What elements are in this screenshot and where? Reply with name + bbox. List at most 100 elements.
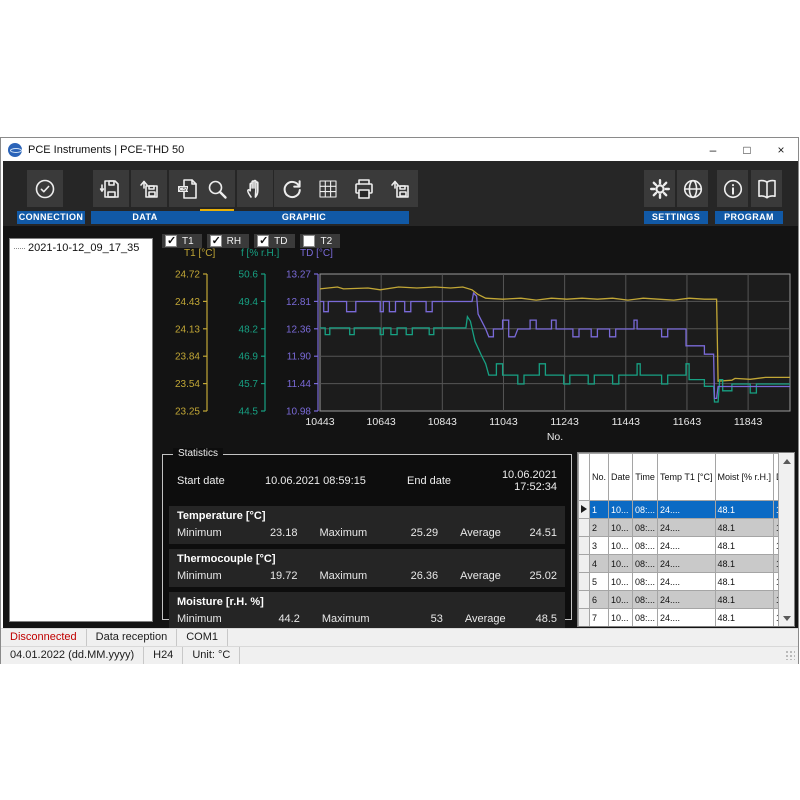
- table-cell[interactable]: 24....: [658, 609, 715, 627]
- close-button[interactable]: ×: [764, 138, 798, 161]
- unchecked-checkbox-icon[interactable]: [303, 235, 315, 247]
- table-cell[interactable]: 48.1: [715, 519, 774, 537]
- table-cell[interactable]: 24....: [658, 573, 715, 591]
- table-cell[interactable]: 08:...: [633, 501, 658, 519]
- row-header-cell[interactable]: [579, 573, 590, 591]
- table-cell[interactable]: 48.1: [715, 591, 774, 609]
- table-row[interactable]: 410...08:...24....48.112....19....: [579, 555, 796, 573]
- table-row[interactable]: 210...08:...24....48.112....19....: [579, 519, 796, 537]
- load-data-button[interactable]: [131, 170, 167, 207]
- table-cell[interactable]: 08:...: [633, 573, 658, 591]
- x-tick-label: 10443: [305, 416, 334, 428]
- table-cell[interactable]: 5: [590, 573, 609, 591]
- column-header[interactable]: Time: [633, 454, 658, 501]
- series-toggle-td[interactable]: TD: [254, 234, 295, 248]
- table-cell[interactable]: 10...: [609, 573, 633, 591]
- app-window: PCE Instruments | PCE-THD 50 – □ × CONNE…: [0, 137, 799, 664]
- scroll-up-icon[interactable]: [779, 453, 794, 469]
- table-row[interactable]: 310...08:...24....48.112....19....: [579, 537, 796, 555]
- status-item: Unit: °C: [183, 647, 240, 664]
- minimize-button[interactable]: –: [696, 138, 730, 161]
- grid-view-button[interactable]: [310, 170, 346, 207]
- table-cell[interactable]: 10...: [609, 555, 633, 573]
- series-toggle-label: TD: [274, 236, 287, 247]
- table-cell[interactable]: 48.1: [715, 609, 774, 627]
- series-toggle-t1[interactable]: T1: [162, 234, 202, 248]
- measurement-table[interactable]: No.DateTimeTemp T1 [°C]Moist [% r.H.]Dew…: [577, 452, 795, 627]
- table-cell[interactable]: 08:...: [633, 519, 658, 537]
- zoom-tool-button[interactable]: [199, 170, 235, 207]
- connection-button[interactable]: [27, 170, 63, 207]
- row-header-cell[interactable]: [579, 537, 590, 555]
- language-button[interactable]: [677, 170, 708, 207]
- table-cell[interactable]: 24....: [658, 501, 715, 519]
- table-row[interactable]: 510...08:...24....48.112....19....: [579, 573, 796, 591]
- row-header-cell[interactable]: [579, 519, 590, 537]
- line-chart[interactable]: 1044310643108431104311243114431164311843…: [162, 262, 796, 452]
- table-row[interactable]: 110...08:...24....48.112....19.8: [579, 501, 796, 519]
- table-cell[interactable]: 1: [590, 501, 609, 519]
- table-cell[interactable]: 08:...: [633, 609, 658, 627]
- table-scrollbar[interactable]: [778, 453, 794, 626]
- scroll-down-icon[interactable]: [779, 610, 794, 626]
- maximum-value: 53: [400, 613, 443, 625]
- info-button[interactable]: [717, 170, 748, 207]
- resize-grip[interactable]: [785, 650, 795, 660]
- pan-tool-button[interactable]: [237, 170, 273, 207]
- series-toggle-rh[interactable]: RH: [207, 234, 249, 248]
- series-toggle-t2[interactable]: T2: [300, 234, 340, 248]
- checked-checkbox-icon[interactable]: [257, 235, 269, 247]
- table-cell[interactable]: 7: [590, 609, 609, 627]
- table-cell[interactable]: 10...: [609, 537, 633, 555]
- series-legend-row: T1 RH TD T2: [162, 234, 340, 248]
- table-cell[interactable]: 4: [590, 555, 609, 573]
- save-data-button[interactable]: [93, 170, 129, 207]
- maximize-button[interactable]: □: [730, 138, 764, 161]
- table-cell[interactable]: 6: [590, 591, 609, 609]
- row-header-cell[interactable]: [579, 501, 590, 519]
- settings-button[interactable]: [644, 170, 675, 207]
- table-cell[interactable]: 24....: [658, 555, 715, 573]
- row-header-cell[interactable]: [579, 591, 590, 609]
- export-graphic-button[interactable]: [382, 170, 418, 207]
- column-header[interactable]: Moist [% r.H.]: [715, 454, 774, 501]
- stat-section-title: Temperature [°C]: [177, 510, 557, 522]
- table-cell[interactable]: 10...: [609, 519, 633, 537]
- table-cell[interactable]: 48.1: [715, 537, 774, 555]
- column-header[interactable]: No.: [590, 454, 609, 501]
- table-row[interactable]: 710...08:...24....48.112....19....: [579, 609, 796, 627]
- tree-item-dataset[interactable]: 2021-10-12_09_17_35: [12, 242, 150, 254]
- toolbar-group-label-settings: SETTINGS: [644, 211, 708, 224]
- table-cell[interactable]: 3: [590, 537, 609, 555]
- table-cell[interactable]: 24....: [658, 591, 715, 609]
- checked-checkbox-icon[interactable]: [210, 235, 222, 247]
- stat-section-values: Minimum19.72Maximum26.36Average25.02: [177, 570, 557, 582]
- table-cell[interactable]: 2: [590, 519, 609, 537]
- manual-button[interactable]: [751, 170, 782, 207]
- globe-icon: [681, 177, 705, 201]
- print-button[interactable]: [346, 170, 382, 207]
- reset-view-button[interactable]: [274, 170, 310, 207]
- column-header[interactable]: Temp T1 [°C]: [658, 454, 715, 501]
- column-header[interactable]: Date: [609, 454, 633, 501]
- table-cell[interactable]: 24....: [658, 519, 715, 537]
- y-tick-label: 13.27: [286, 270, 311, 281]
- table-cell[interactable]: 10...: [609, 591, 633, 609]
- table-cell[interactable]: 10...: [609, 609, 633, 627]
- table-cell[interactable]: 48.1: [715, 555, 774, 573]
- table-cell[interactable]: 24....: [658, 537, 715, 555]
- series-toggle-label: T1: [182, 236, 194, 247]
- checked-checkbox-icon[interactable]: [165, 235, 177, 247]
- y-tick-label: 44.5: [239, 407, 259, 418]
- dataset-tree-panel[interactable]: 2021-10-12_09_17_35: [9, 238, 153, 622]
- toolbar-group-label-data: DATA: [91, 211, 199, 224]
- table-cell[interactable]: 48.1: [715, 573, 774, 591]
- row-header-cell[interactable]: [579, 609, 590, 627]
- table-cell[interactable]: 08:...: [633, 537, 658, 555]
- table-cell[interactable]: 08:...: [633, 555, 658, 573]
- table-cell[interactable]: 48.1: [715, 501, 774, 519]
- row-header-cell[interactable]: [579, 555, 590, 573]
- table-cell[interactable]: 10...: [609, 501, 633, 519]
- table-cell[interactable]: 08:...: [633, 591, 658, 609]
- table-row[interactable]: 610...08:...24....48.112....19....: [579, 591, 796, 609]
